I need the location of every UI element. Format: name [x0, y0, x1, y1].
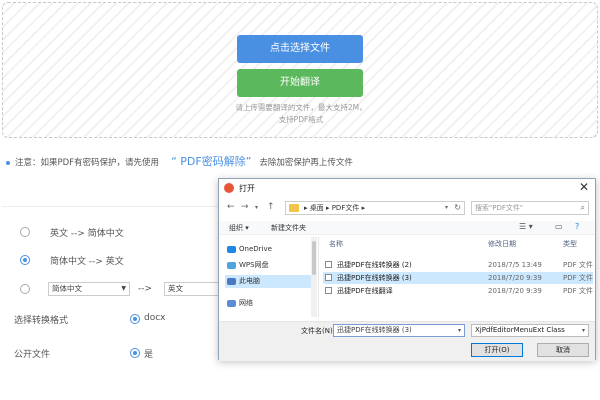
cloud-drive-icon: [227, 262, 236, 269]
select-file-button[interactable]: 点击选择文件: [237, 35, 363, 63]
direction-zh-en-radio[interactable]: [20, 255, 30, 265]
refresh-icon[interactable]: ↻: [454, 202, 461, 214]
public-yes-label: 是: [144, 350, 154, 360]
format-label: 选择转换格式: [14, 316, 69, 326]
upload-hint: 请上传需要翻译的文件，最大支持2M， 支持PDF格式: [193, 102, 409, 126]
upload-hint-line2: 支持PDF格式: [278, 115, 324, 124]
file-row[interactable]: 迅捷PDF在线翻译 2018/7/20 9:39 PDF 文件: [323, 285, 593, 297]
bullet-dot: [6, 160, 10, 165]
from-language-value: 简体中文: [52, 284, 82, 293]
file-type-filter[interactable]: XjPdfEditorMenuExt Class ▾: [471, 324, 589, 337]
notice-suffix: 去除加密保护再上传文件: [259, 158, 353, 168]
column-header-type[interactable]: 类型: [563, 239, 577, 249]
direction-zh-en-label: 简体中文 --> 英文: [50, 257, 124, 267]
file-type: PDF 文件: [563, 287, 593, 295]
file-row[interactable]: 迅捷PDF在线转换器 (3) 2018/7/20 9:39 PDF 文件: [323, 272, 593, 284]
organize-menu[interactable]: 组织 ▾: [229, 223, 249, 233]
dialog-footer: 文件名(N): 迅捷PDF在线转换器 (3) ▾ XjPdfEditorMenuE…: [219, 321, 595, 361]
file-list: 名称 修改日期 类型 迅捷PDF在线转换器 (2) 2018/7/5 13:49…: [323, 237, 593, 317]
cancel-button[interactable]: 取消: [537, 343, 589, 357]
file-date: 2018/7/20 9:39: [488, 287, 542, 295]
preview-pane-icon[interactable]: ▭: [555, 222, 563, 231]
chevron-down-icon: ▼: [121, 285, 126, 292]
start-translate-button[interactable]: 开始翻译: [237, 69, 363, 97]
notice-text: 注意：如果PDF有密码保护，请先使用: [15, 158, 160, 168]
column-header-date[interactable]: 修改日期: [488, 239, 516, 249]
to-language-value: 英文: [168, 284, 183, 293]
sidebar-item-label: 网络: [239, 299, 253, 307]
file-checkbox[interactable]: [325, 261, 332, 268]
back-arrow-icon[interactable]: ←: [227, 202, 235, 212]
chevron-down-icon[interactable]: ▾: [445, 202, 448, 214]
help-icon[interactable]: ?: [575, 222, 579, 231]
upload-hint-line1: 请上传需要翻译的文件，最大支持2M，: [235, 103, 367, 112]
sidebar-item-label: 此电脑: [239, 277, 260, 285]
file-checkbox[interactable]: [325, 274, 332, 281]
chevron-down-icon[interactable]: ▾: [458, 325, 461, 336]
filename-value: 迅捷PDF在线转换器 (3): [337, 326, 412, 334]
new-folder-button[interactable]: 新建文件夹: [271, 223, 306, 233]
open-file-dialog: 打开 ✕ ← → ▾ ↑ ▸ 桌面 ▸ PDF文件 ▸ ▾ ↻ 搜索"PDF文件…: [218, 178, 596, 361]
format-docx-radio[interactable]: [130, 314, 140, 324]
translate-options: 英文 --> 简体中文 简体中文 --> 英文 简体中文 ▼ --> 英文 选择转…: [2, 206, 222, 378]
to-language-select[interactable]: 英文: [164, 282, 220, 296]
direction-en-zh-label: 英文 --> 简体中文: [50, 229, 124, 239]
pdf-unlock-link[interactable]: “ PDF密码解除”: [171, 155, 251, 168]
file-name: 迅捷PDF在线转换器 (2): [337, 261, 412, 269]
file-row[interactable]: 迅捷PDF在线转换器 (2) 2018/7/5 13:49 PDF 文件: [323, 259, 593, 271]
close-icon[interactable]: ✕: [579, 180, 589, 194]
folder-icon: [289, 204, 299, 212]
sidebar-item-label: OneDrive: [239, 245, 272, 253]
sidebar-item-label: WPS网盘: [239, 261, 269, 269]
password-notice: 注意：如果PDF有密码保护，请先使用 “ PDF密码解除” 去除加密保护再上传文件: [6, 153, 353, 169]
dialog-navbar: ← → ▾ ↑ ▸ 桌面 ▸ PDF文件 ▸ ▾ ↻ 搜索"PDF文件" ⌕: [219, 199, 595, 217]
scrollbar-thumb[interactable]: [312, 241, 316, 275]
search-input[interactable]: 搜索"PDF文件" ⌕: [471, 201, 589, 215]
browser-app-icon: [224, 183, 234, 193]
computer-icon: [227, 278, 236, 285]
network-icon: [227, 300, 236, 307]
direction-custom-radio[interactable]: [20, 284, 30, 294]
sidebar-item-this-pc[interactable]: 此电脑: [225, 275, 315, 288]
public-yes-radio[interactable]: [130, 348, 140, 358]
cloud-icon: [227, 246, 236, 253]
from-language-select[interactable]: 简体中文 ▼: [48, 282, 130, 296]
filename-label: 文件名(N):: [301, 327, 336, 335]
forward-arrow-icon[interactable]: →: [241, 202, 249, 212]
direction-en-zh-radio[interactable]: [20, 227, 30, 237]
dialog-sidebar: OneDrive WPS网盘 此电脑 网络: [219, 237, 319, 317]
format-docx-label: docx: [144, 313, 166, 323]
view-options-icon[interactable]: ☰ ▾: [519, 222, 533, 231]
language-arrow: -->: [138, 284, 153, 294]
upload-dropzone[interactable]: 点击选择文件 开始翻译 请上传需要翻译的文件，最大支持2M， 支持PDF格式: [2, 2, 598, 138]
up-arrow-icon[interactable]: ↑: [267, 202, 275, 212]
file-type: PDF 文件: [563, 274, 593, 282]
dialog-title: 打开: [239, 184, 255, 193]
history-chevron-icon[interactable]: ▾: [255, 204, 258, 211]
file-checkbox[interactable]: [325, 287, 332, 294]
sidebar-scrollbar[interactable]: [311, 237, 317, 317]
filter-value: XjPdfEditorMenuExt Class: [475, 326, 565, 334]
public-file-label: 公开文件: [14, 350, 51, 360]
dialog-toolbar: 组织 ▾ 新建文件夹 ☰ ▾ ▭ ?: [219, 221, 595, 235]
sidebar-item-wps[interactable]: WPS网盘: [225, 259, 315, 272]
file-name: 迅捷PDF在线翻译: [337, 287, 393, 295]
file-name: 迅捷PDF在线转换器 (3): [337, 274, 412, 282]
open-button[interactable]: 打开(O): [471, 343, 523, 357]
file-date: 2018/7/5 13:49: [488, 261, 542, 269]
breadcrumb: ▸ 桌面 ▸ PDF文件 ▸: [304, 204, 366, 212]
address-bar[interactable]: ▸ 桌面 ▸ PDF文件 ▸ ▾ ↻: [285, 201, 465, 215]
chevron-down-icon[interactable]: ▾: [582, 325, 585, 336]
filename-input[interactable]: 迅捷PDF在线转换器 (3) ▾: [333, 324, 465, 337]
column-header-name[interactable]: 名称: [329, 239, 343, 249]
search-icon: ⌕: [580, 203, 585, 212]
search-placeholder: 搜索"PDF文件": [475, 204, 524, 212]
file-date: 2018/7/20 9:39: [488, 274, 542, 282]
sidebar-item-onedrive[interactable]: OneDrive: [225, 243, 315, 256]
sidebar-item-network[interactable]: 网络: [225, 297, 315, 310]
dialog-titlebar[interactable]: 打开 ✕: [219, 179, 595, 197]
file-type: PDF 文件: [563, 261, 593, 269]
